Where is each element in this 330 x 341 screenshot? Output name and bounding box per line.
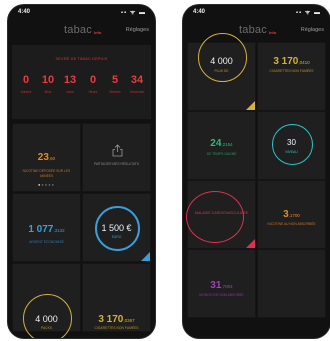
disease-ring [186,191,244,243]
counter-unit: Secondes [129,90,145,94]
counter-minutes: 5 Minutes [105,74,125,95]
savings-decimal: ,3132 [53,228,65,233]
cigarettes-decimal: ,0410 [298,60,310,65]
status-time: 4:40 [193,9,206,15]
tile-empty [257,249,326,318]
time-value: 24,2154 [188,138,255,149]
nicotine-avoided-decimal: ,1700 [288,213,300,218]
quit-duration-panel: SEVRÉ DE TABAC DEPUIS 0 Années 10 Mois 1… [12,45,151,119]
status-icons: ▪▪ ᯤ ▬ [120,10,146,16]
savings-number: 1 077 [28,224,54,235]
counter-years: 0 Années [16,74,36,95]
counter-unit: Années [20,90,32,94]
time-number: 24 [210,138,222,149]
tile-packs[interactable]: 4 000 PLUS DE [187,33,256,111]
nicotine-label: NICOTINE DÉPOSÉE SUR LES ANNÉES [22,169,71,178]
tile-goal[interactable]: 1 500 € EURO [82,193,151,262]
counter-row: 0 Années 10 Mois 13 Jours 0 Heure 5 Minu… [16,75,147,103]
time-label: DE TEMPS GAGNÉ [206,152,237,156]
monoxide-value: 31,7004 [188,280,255,291]
cigarettes-decimal: ,0367 [123,318,135,323]
phone-right: 4:40 ▪▪ ᯤ ▬ tabac Info Réglages 4 000 PL… [183,5,330,338]
packs-corner-badge [246,101,255,110]
counter-unit: Minutes [109,90,121,94]
status-bar: 4:40 ▪▪ ᯤ ▬ [8,5,155,19]
savings-value: 1 077,3132 [13,224,80,235]
logo-tag: Info [269,30,277,35]
nicotine-number: 23 [37,152,49,163]
tile-packs[interactable]: 4 000 PACKS [12,263,81,338]
tile-disease[interactable]: MALADIE CARDIOVASCULAIRE [186,180,256,249]
settings-button[interactable]: Réglages [126,27,149,33]
nav-bar: tabac Info Réglages [8,19,155,41]
counter-value: 0 [22,74,30,86]
savings-label: ARGENT ÉCONOMISÉ [29,240,64,244]
tile-nicotine-avoided[interactable]: 3,1700 NICOTINE AU NON ABSORBÉE [257,180,326,249]
tile-level[interactable]: 30 NIVEAU [257,111,326,180]
status-time: 4:40 [18,9,31,15]
screenshot-stage: 4:40 ▪▪ ᯤ ▬ tabac Info Réglages SEVRÉ DE… [0,0,330,341]
nicotine-avoided-label: NICOTINE AU NON ABSORBÉE [267,222,316,226]
status-bar: 4:40 ▪▪ ᯤ ▬ [183,5,330,19]
goal-label: EURO [111,235,122,239]
cigarettes-number: 3 170 [273,56,299,67]
cigarettes-label: CIGARETTES NON FUMÉES [269,69,314,73]
nicotine-avoided-value: 3,1700 [258,209,325,220]
tile-monoxide[interactable]: 31,7004 MONOXYDE NON ABSORBÉ [187,249,256,318]
nicotine-decimal: ,60 [48,156,56,161]
counter-unit: Mois [44,90,52,94]
counter-unit: Heure [88,90,98,94]
cigarettes-number: 3 170 [98,314,124,325]
cigarettes-label: CIGARETTES NON FUMÉES [94,326,139,330]
counter-value: 0 [89,74,97,86]
quit-duration-title: SEVRÉ DE TABAC DEPUIS [55,57,108,61]
cigarettes-value: 3 170,0410 [258,56,325,67]
counter-value: 5 [111,74,119,86]
phone-left: 4:40 ▪▪ ᯤ ▬ tabac Info Réglages SEVRÉ DE… [8,5,155,338]
logo-tag: Info [94,30,102,35]
counter-hours: 0 Heure [83,74,103,95]
tile-cigarettes[interactable]: 3 170,0367 CIGARETTES NON FUMÉES [82,263,151,332]
nicotine-value: 23,60 [13,152,80,163]
monoxide-number: 31 [210,280,222,291]
counter-value: 13 [63,74,77,86]
tile-cigarettes[interactable]: 3 170,0410 CIGARETTES NON FUMÉES [257,42,326,111]
packs-value: 4 000 [35,314,58,324]
cigarettes-value: 3 170,0367 [83,314,150,325]
level-label: NIVEAU [285,150,298,154]
goal-corner-badge [141,252,150,261]
disease-label: MALADIE CARDIOVASCULAIRE [194,211,249,215]
page-dots: ●●●●● [37,182,56,187]
counter-unit: Jours [66,90,74,94]
packs-value: 4 000 [210,56,233,66]
time-decimal: ,2154 [221,142,233,147]
disease-corner-badge [246,239,255,248]
tile-share[interactable]: PARTAGER MES RÉSULTATS [82,123,151,192]
settings-button[interactable]: Réglages [301,27,324,33]
counter-value: 10 [41,74,55,86]
tile-savings[interactable]: 1 077,3132 ARGENT ÉCONOMISÉ [12,193,81,262]
status-icons: ▪▪ ᯤ ▬ [295,10,321,16]
counter-seconds: 34 Secondes [127,74,147,95]
tile-nicotine[interactable]: 23,60 NICOTINE DÉPOSÉE SUR LES ANNÉES ●●… [12,123,81,192]
packs-label: PLUS DE [214,69,229,73]
share-icon [112,144,123,157]
goal-value: 1 500 € [101,223,132,233]
monoxide-label: MONOXYDE NON ABSORBÉ [199,293,244,297]
counter-days: 13 Jours [60,74,80,95]
level-value: 30 [287,138,296,147]
counter-value: 34 [130,74,144,86]
packs-label: PACKS [41,326,52,330]
monoxide-decimal: ,7004 [221,284,233,289]
tile-time-gained[interactable]: 24,2154 DE TEMPS GAGNÉ [187,111,256,180]
app-logo: tabac [64,24,92,36]
nav-bar: tabac Info Réglages [183,19,330,41]
counter-months: 10 Mois [38,74,58,95]
share-label: PARTAGER MES RÉSULTATS [93,162,140,166]
app-logo: tabac [239,24,267,36]
